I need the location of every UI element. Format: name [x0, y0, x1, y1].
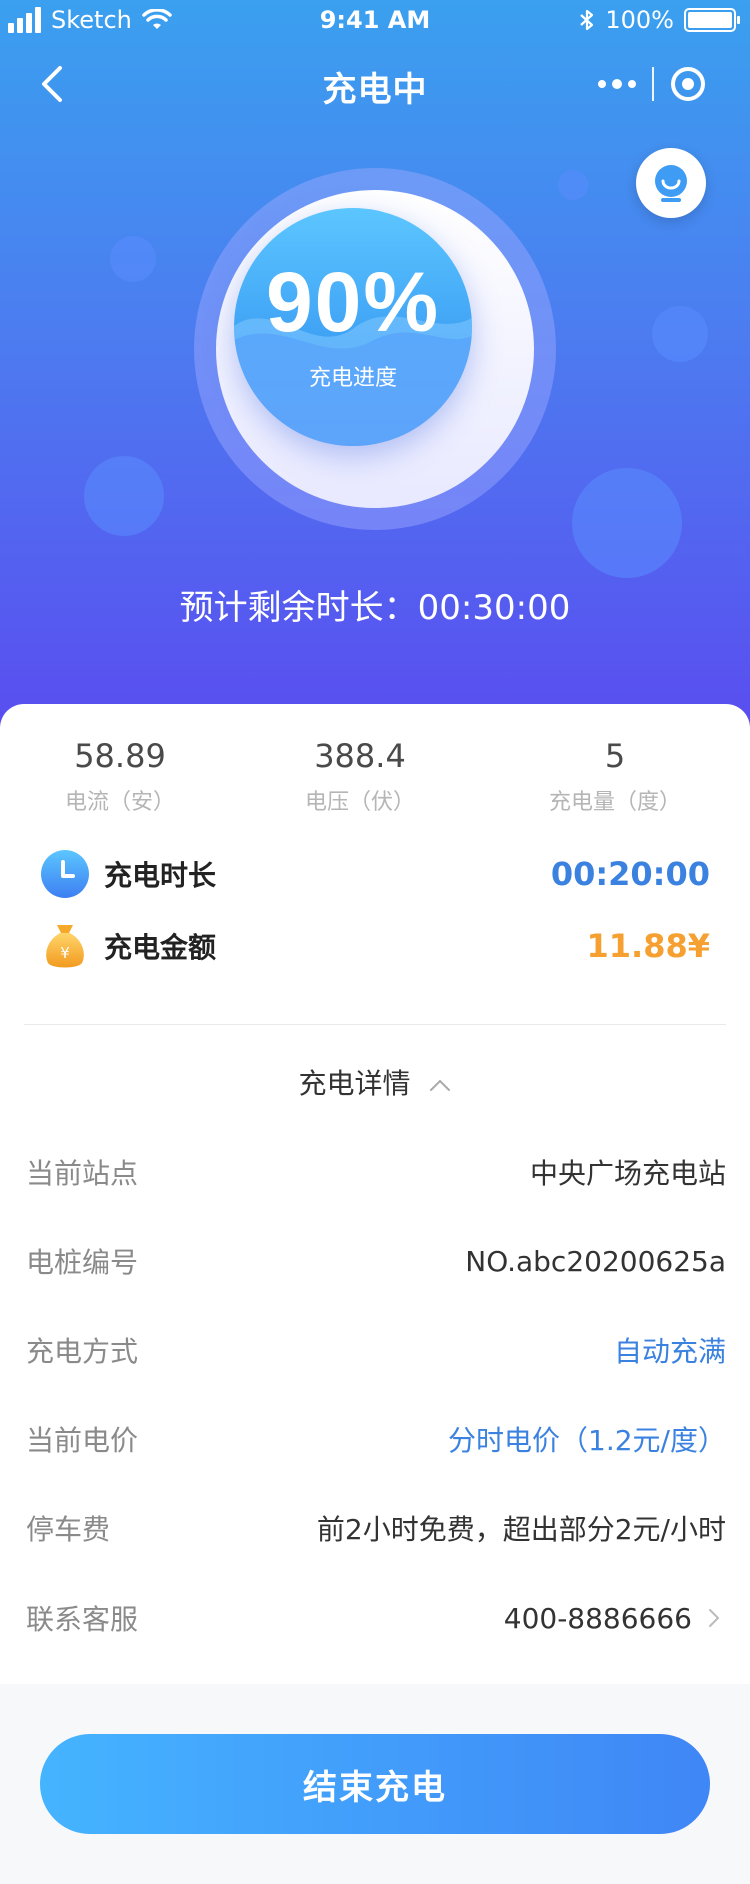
detail-row-pile-number: 电桩编号 NO.abc20200625a: [26, 1239, 726, 1283]
stat-value: 388.4: [314, 737, 406, 775]
stat-current: 58.89 电流（安）: [0, 734, 240, 824]
stat-label: 电流（安）: [64, 790, 175, 815]
decor-bubble: [572, 468, 682, 578]
details-title: 充电详情: [298, 1067, 411, 1100]
detail-row-charge-mode: 充电方式 自动充满: [26, 1328, 726, 1372]
charging-info-card: 58.89 电流（安） 388.4 电压（伏） 5 充电量（度） 充电时长 00…: [0, 704, 750, 1684]
customer-service-phone[interactable]: 400-8886666: [504, 1602, 726, 1635]
charge-duration-label: 充电时长: [104, 859, 217, 892]
remaining-time-value: 00:30:00: [417, 588, 571, 628]
detail-label: 充电方式: [26, 1335, 139, 1368]
detail-value: 400-8886666: [503, 1601, 692, 1635]
detail-value: 分时电价（1.2元/度）: [448, 1424, 726, 1457]
detail-value: 中央广场充电站: [529, 1157, 726, 1190]
section-divider: [24, 1024, 726, 1025]
detail-row-price: 当前电价 分时电价（1.2元/度）: [26, 1417, 726, 1461]
stats-row: 58.89 电流（安） 388.4 电压（伏） 5 充电量（度）: [0, 734, 750, 824]
target-circle-icon: [671, 67, 705, 101]
nav-bar: 充电中: [0, 52, 750, 116]
decor-bubble: [558, 170, 588, 200]
decor-bubble: [84, 456, 164, 536]
svg-text:¥: ¥: [60, 944, 70, 962]
stat-label: 电压（伏）: [304, 790, 415, 815]
charge-percent-label: 充电进度: [308, 366, 397, 391]
stat-energy: 5 充电量（度）: [480, 734, 750, 824]
detail-label: 电桩编号: [26, 1246, 139, 1279]
battery-icon: [684, 8, 740, 32]
detail-value: 前2小时免费，超出部分2元/小时: [316, 1513, 726, 1546]
stat-value: 5: [604, 737, 626, 775]
chevron-right-icon: [709, 1609, 720, 1627]
charge-amount-value: 11.88¥: [586, 927, 710, 965]
bluetooth-icon: [580, 9, 594, 31]
customer-service-button[interactable]: [636, 148, 706, 218]
robot-service-icon: [655, 165, 687, 202]
detail-label: 当前电价: [26, 1424, 139, 1457]
detail-row-customer-service[interactable]: 联系客服 400-8886666: [26, 1596, 726, 1640]
mini-program-capsule: [582, 60, 722, 108]
charge-amount-label: 充电金额: [104, 931, 217, 964]
charge-amount-row: ¥ 充电金额 11.88¥: [40, 916, 710, 976]
detail-value: 自动充满: [613, 1335, 726, 1368]
end-charging-button[interactable]: 结束充电: [40, 1734, 710, 1834]
charging-hero: Sketch 9:41 AM 100% 充电中 90% 充电进度 预计剩余时长：…: [0, 0, 750, 740]
progress-dial-core: 90% 充电进度: [234, 208, 472, 446]
remaining-time: 预计剩余时长：00:30:00: [0, 580, 750, 629]
decor-bubble: [652, 306, 708, 362]
progress-dial: 90% 充电进度: [194, 168, 556, 530]
detail-row-parking-fee: 停车费 前2小时免费，超出部分2元/小时: [26, 1506, 726, 1550]
remaining-time-label: 预计剩余时长：: [179, 588, 418, 628]
charge-duration-value: 00:20:00: [550, 855, 710, 893]
clock-icon: [41, 850, 89, 898]
detail-value: NO.abc20200625a: [465, 1244, 726, 1278]
details-toggle[interactable]: 充电详情: [0, 1062, 750, 1102]
detail-label: 停车费: [26, 1513, 111, 1546]
money-bag-icon: ¥: [46, 925, 84, 968]
stat-voltage: 388.4 电压（伏）: [240, 734, 480, 824]
detail-label: 当前站点: [26, 1157, 139, 1190]
charging-page: Sketch 9:41 AM 100% 充电中 90% 充电进度 预计剩余时长：…: [0, 0, 750, 1884]
stat-value: 58.89: [74, 737, 166, 775]
charge-percent: 90%: [265, 255, 441, 349]
more-dots-icon[interactable]: [582, 60, 652, 108]
detail-row-station: 当前站点 中央广场充电站: [26, 1150, 726, 1194]
charge-duration-row: 充电时长 00:20:00: [40, 844, 710, 904]
status-right: 100%: [579, 6, 740, 34]
battery-percent: 100%: [605, 6, 674, 34]
status-bar: Sketch 9:41 AM 100%: [0, 0, 750, 42]
detail-label: 联系客服: [26, 1603, 139, 1636]
decor-bubble: [110, 236, 156, 282]
stat-label: 充电量（度）: [548, 790, 681, 815]
close-miniprogram-button[interactable]: [654, 60, 722, 108]
chevron-up-icon: [430, 1079, 451, 1091]
